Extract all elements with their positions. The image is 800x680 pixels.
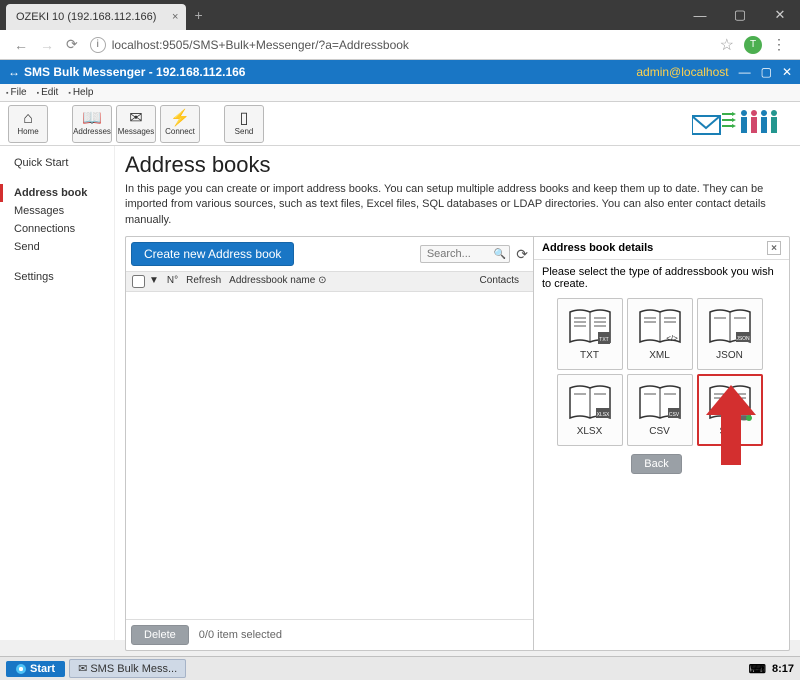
book-icon: CSV [638, 384, 682, 422]
taskbar-app[interactable]: ✉ SMS Bulk Mess... [69, 659, 186, 678]
col-num[interactable]: N° [167, 275, 178, 288]
keyboard-icon[interactable]: ⌨ [749, 662, 766, 676]
col-contacts[interactable]: Contacts [480, 275, 519, 288]
delete-button[interactable]: Delete [131, 625, 189, 645]
browser-addressbar: ← → ⟳ i localhost:9505/SMS+Bulk+Messenge… [0, 30, 800, 60]
table-header: ▼ N° Refresh Addressbook name ⊙ Contacts [126, 272, 533, 292]
tab-title: OZEKI 10 (192.168.112.166) [16, 11, 156, 23]
book-icon: TXT [568, 308, 612, 346]
site-info-icon[interactable]: i [90, 37, 106, 53]
page-title: Address books [125, 152, 790, 178]
sort-indicator-icon: ⊙ [318, 275, 326, 286]
taskbar-clock: ⌨ 8:17 [749, 662, 794, 676]
toolbar: ⌂Home 📖Addresses ✉Messages ⚡Connect ▯Sen… [0, 102, 800, 146]
nav-back-icon[interactable]: ← [14, 37, 28, 53]
book-icon [708, 384, 752, 422]
plug-icon: ⚡ [170, 111, 190, 127]
details-close-icon[interactable]: × [767, 241, 781, 255]
sidebar-connections[interactable]: Connections [0, 220, 114, 238]
type-grid: TXTTXT </>XML JSONJSON XLSXXLSX CSVCSV S… [557, 298, 767, 446]
window-maximize-icon[interactable]: ▢ [720, 0, 760, 30]
nav-reload-icon[interactable]: ⟳ [66, 36, 78, 53]
page-description: In this page you can create or import ad… [125, 182, 790, 228]
type-txt[interactable]: TXTTXT [557, 298, 623, 370]
type-xml[interactable]: </>XML [627, 298, 693, 370]
col-sort[interactable]: ▼ [149, 275, 159, 288]
svg-text:XLSX: XLSX [596, 412, 609, 418]
window-controls: — ▢ ✕ [680, 0, 800, 30]
type-csv[interactable]: CSVCSV [627, 374, 693, 446]
app-minimize-icon[interactable]: — [739, 65, 751, 79]
svg-text:CSV: CSV [668, 412, 679, 418]
tab-close-icon[interactable]: × [172, 11, 178, 23]
toolbar-home[interactable]: ⌂Home [8, 105, 48, 143]
header-logo-icon [692, 106, 792, 142]
create-addressbook-button[interactable]: Create new Address book [131, 242, 294, 266]
new-tab-button[interactable]: + [194, 7, 202, 23]
window-minimize-icon[interactable]: — [680, 0, 720, 30]
list-pane: Create new Address book 🔍 ⟳ ▼ N° Refresh… [126, 237, 534, 650]
book-icon: 📖 [82, 111, 102, 127]
sidebar: Quick Start Address book Messages Connec… [0, 146, 115, 640]
clock-time: 8:17 [772, 663, 794, 675]
refresh-icon[interactable]: ⟳ [516, 246, 528, 263]
type-xlsx[interactable]: XLSXXLSX [557, 374, 623, 446]
main-area: Quick Start Address book Messages Connec… [0, 146, 800, 640]
taskbar: Start ✉ SMS Bulk Mess... ⌨ 8:17 [0, 656, 800, 680]
window-close-icon[interactable]: ✕ [760, 0, 800, 30]
toolbar-send[interactable]: ▯Send [224, 105, 264, 143]
home-icon: ⌂ [23, 111, 33, 127]
profile-avatar[interactable]: T [744, 36, 762, 54]
content: Address books In this page you can creat… [115, 146, 800, 640]
col-name[interactable]: Addressbook name ⊙ [229, 275, 471, 288]
selection-status: 0/0 item selected [199, 629, 282, 641]
type-sql[interactable]: SQL [697, 374, 763, 446]
phone-icon: ▯ [240, 111, 249, 127]
envelope-icon: ✉ [129, 111, 142, 127]
menu-edit[interactable]: Edit [37, 87, 59, 98]
app-maximize-icon[interactable]: ▢ [761, 65, 772, 79]
menu-file[interactable]: File [6, 87, 27, 98]
sidebar-address-book[interactable]: Address book [0, 184, 114, 202]
menu-help[interactable]: Help [68, 87, 93, 98]
book-icon: XLSX [568, 384, 612, 422]
details-title: Address book details [542, 242, 653, 254]
browser-tab[interactable]: OZEKI 10 (192.168.112.166) × [6, 4, 186, 30]
svg-text:</>: </> [666, 334, 678, 343]
url-text[interactable]: localhost:9505/SMS+Bulk+Messenger/?a=Add… [112, 38, 714, 52]
nav-forward-icon[interactable]: → [40, 37, 54, 53]
user-label[interactable]: admin@localhost [636, 65, 728, 79]
svg-text:TXT: TXT [599, 337, 608, 343]
select-all-checkbox[interactable] [132, 275, 145, 288]
details-pane: Address book details × Please select the… [534, 237, 789, 650]
sidebar-quick-start[interactable]: Quick Start [0, 154, 114, 172]
menubar: File Edit Help [0, 84, 800, 102]
start-button[interactable]: Start [6, 661, 65, 677]
bookmark-star-icon[interactable]: ☆ [720, 35, 734, 55]
toolbar-connect[interactable]: ⚡Connect [160, 105, 200, 143]
app-header: SMS Bulk Messenger - 192.168.112.166 adm… [0, 60, 800, 84]
book-icon: JSON [708, 308, 752, 346]
book-icon: </> [638, 308, 682, 346]
search-icon[interactable]: 🔍 [494, 249, 506, 260]
svg-text:JSON: JSON [736, 336, 750, 342]
app-close-icon[interactable]: ✕ [782, 65, 792, 79]
sidebar-settings[interactable]: Settings [0, 268, 114, 286]
details-instruction: Please select the type of addressbook yo… [542, 266, 781, 290]
col-refresh[interactable]: Refresh [186, 275, 221, 288]
main-panel: Create new Address book 🔍 ⟳ ▼ N° Refresh… [125, 236, 790, 651]
back-button[interactable]: Back [631, 454, 681, 474]
taskbar-app-icon: ✉ [78, 663, 87, 675]
toolbar-addresses[interactable]: 📖Addresses [72, 105, 112, 143]
sidebar-messages[interactable]: Messages [0, 202, 114, 220]
toolbar-messages[interactable]: ✉Messages [116, 105, 156, 143]
browser-menu-icon[interactable]: ⋮ [772, 36, 786, 53]
list-body [126, 292, 533, 619]
app-title: SMS Bulk Messenger - 192.168.112.166 [8, 65, 245, 79]
browser-titlebar: OZEKI 10 (192.168.112.166) × + — ▢ ✕ [0, 0, 800, 30]
sidebar-send[interactable]: Send [0, 238, 114, 256]
type-json[interactable]: JSONJSON [697, 298, 763, 370]
